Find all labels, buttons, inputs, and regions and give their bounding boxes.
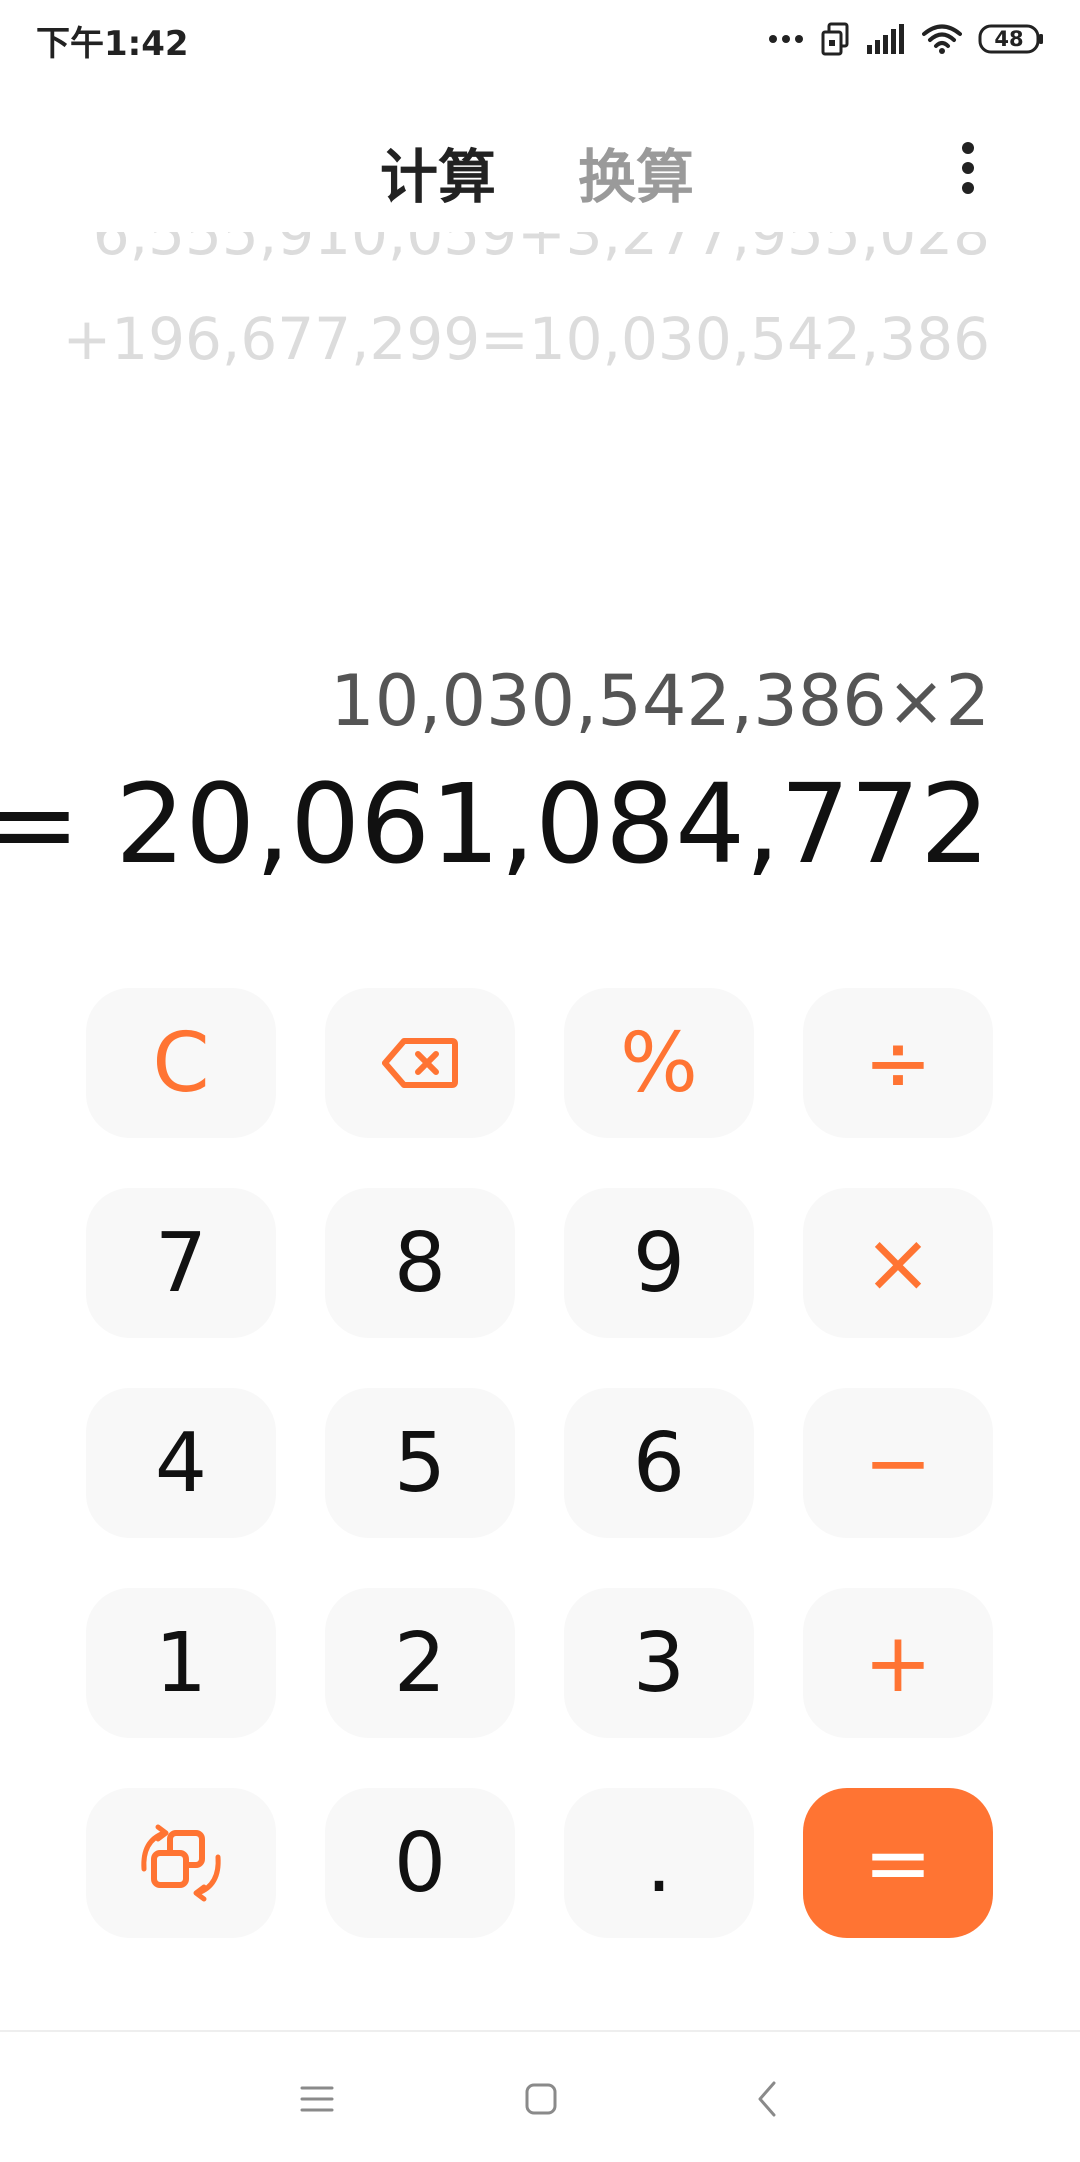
home-icon bbox=[524, 2082, 558, 2120]
status-bar: 下午1:42 48 bbox=[0, 0, 1080, 80]
menu-icon bbox=[300, 2084, 334, 2118]
digit-4-button[interactable]: 4 bbox=[86, 1388, 276, 1538]
switch-mode-button[interactable] bbox=[86, 1788, 276, 1938]
backspace-icon bbox=[382, 1037, 458, 1089]
recent-apps-button[interactable] bbox=[292, 2076, 342, 2126]
history-line-1-text: 6,555,910,059+3,277,955,028 bbox=[92, 232, 990, 268]
more-vertical-icon bbox=[960, 140, 976, 200]
digit-2-button[interactable]: 2 bbox=[325, 1588, 515, 1738]
wifi-icon bbox=[922, 23, 962, 55]
dual-sim-icon bbox=[820, 22, 850, 56]
back-icon bbox=[755, 2080, 779, 2122]
equals-button[interactable]: = bbox=[803, 1788, 993, 1938]
multiply-button[interactable]: × bbox=[803, 1188, 993, 1338]
history-line-2: +196,677,299=10,030,542,386 bbox=[62, 305, 990, 373]
tab-calculator[interactable]: 计算 bbox=[380, 130, 496, 214]
status-icons: 48 bbox=[768, 16, 1044, 62]
digit-9-button[interactable]: 9 bbox=[564, 1188, 754, 1338]
digit-1-button[interactable]: 1 bbox=[86, 1588, 276, 1738]
navigation-bar bbox=[0, 2030, 1080, 2162]
digit-3-button[interactable]: 3 bbox=[564, 1588, 754, 1738]
more-options-button[interactable] bbox=[940, 130, 996, 210]
decimal-point-button[interactable]: . bbox=[564, 1788, 754, 1938]
status-time: 下午1:42 bbox=[36, 24, 189, 64]
keypad: C % ÷ 7 8 9 × 4 5 6 − 1 2 3 + 0 . = bbox=[86, 988, 994, 1938]
expression-display: 10,030,542,386×2 bbox=[330, 660, 990, 742]
digit-8-button[interactable]: 8 bbox=[325, 1188, 515, 1338]
digit-0-button[interactable]: 0 bbox=[325, 1788, 515, 1938]
battery-icon: 48 bbox=[978, 24, 1044, 54]
divide-button[interactable]: ÷ bbox=[803, 988, 993, 1138]
back-button[interactable] bbox=[742, 2076, 792, 2126]
header: 计算 换算 bbox=[0, 110, 1080, 220]
digit-5-button[interactable]: 5 bbox=[325, 1388, 515, 1538]
clear-button[interactable]: C bbox=[86, 988, 276, 1138]
more-dots-icon bbox=[768, 34, 804, 44]
signal-icon bbox=[866, 23, 906, 55]
plus-button[interactable]: + bbox=[803, 1588, 993, 1738]
home-button[interactable] bbox=[516, 2076, 566, 2126]
digit-6-button[interactable]: 6 bbox=[564, 1388, 754, 1538]
minus-button[interactable]: − bbox=[803, 1388, 993, 1538]
result-display: = 20,061,084,772 bbox=[0, 760, 990, 888]
switch-mode-icon bbox=[136, 1823, 226, 1903]
backspace-button[interactable] bbox=[325, 988, 515, 1138]
digit-7-button[interactable]: 7 bbox=[86, 1188, 276, 1338]
battery-level: 48 bbox=[994, 27, 1024, 51]
tab-converter[interactable]: 换算 bbox=[578, 130, 694, 214]
history-line-1: 6,555,910,059+3,277,955,028 bbox=[93, 232, 990, 282]
percent-button[interactable]: % bbox=[564, 988, 754, 1138]
